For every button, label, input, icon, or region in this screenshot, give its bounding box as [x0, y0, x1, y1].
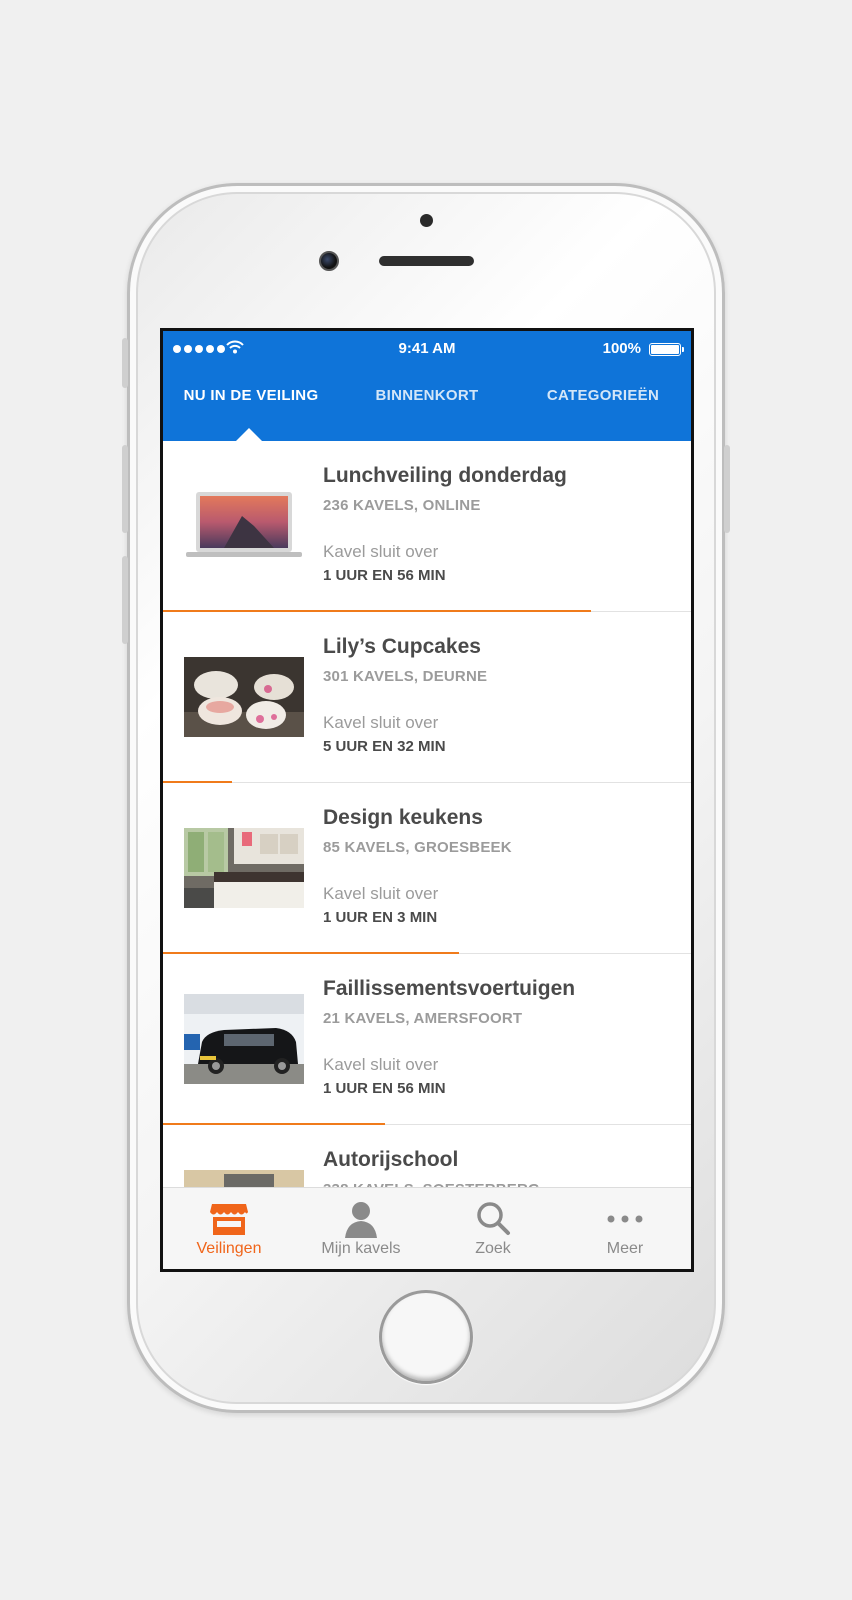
tab-veilingen[interactable]: Veilingen	[163, 1188, 295, 1269]
auction-title: Autorijschool	[323, 1148, 459, 1171]
volume-up-button	[122, 445, 128, 533]
tab-nu-in-de-veiling[interactable]: NU IN DE VEILING	[163, 381, 339, 421]
auction-title: Lunchveiling donderdag	[323, 464, 567, 487]
market-stall-icon	[210, 1204, 248, 1235]
power-button	[724, 445, 730, 533]
tab-label: Meer	[606, 1240, 644, 1257]
tab-categorieen[interactable]: CATEGORIEËN	[515, 381, 691, 421]
auction-meta: 21 KAVELS, AMERSFOORT	[323, 1010, 523, 1027]
earpiece-speaker	[379, 256, 474, 266]
mute-switch	[122, 338, 128, 388]
car-image	[184, 994, 304, 1084]
closes-label: Kavel sluit over	[323, 884, 439, 903]
auction-meta: 301 KAVELS, DEURNE	[323, 668, 488, 685]
app-screen: 9:41 AM 100% NU IN DE VEILING BINNENKORT…	[160, 328, 694, 1272]
auction-title: Design keukens	[323, 806, 483, 829]
auction-item[interactable]: Lunchveiling donderdag 236 KAVELS, ONLIN…	[163, 441, 691, 612]
time-remaining: 5 UUR EN 32 MIN	[323, 738, 446, 755]
tab-label: Zoek	[475, 1240, 511, 1257]
kitchen-image	[184, 828, 304, 908]
more-icon	[607, 1215, 643, 1223]
auction-meta: 85 KAVELS, GROESBEEK	[323, 839, 512, 856]
auction-item[interactable]: Lily’s Cupcakes 301 KAVELS, DEURNE Kavel…	[163, 612, 691, 783]
app-header: 9:41 AM 100% NU IN DE VEILING BINNENKORT…	[163, 331, 691, 441]
laptop-image	[184, 486, 304, 566]
battery-icon	[649, 343, 684, 356]
person-icon	[345, 1202, 377, 1238]
tab-mijn-kavels[interactable]: Mijn kavels	[295, 1188, 427, 1269]
battery-percentage: 100%	[602, 340, 641, 357]
auction-item[interactable]: Design keukens 85 KAVELS, GROESBEEK Kave…	[163, 783, 691, 954]
tab-zoek[interactable]: Zoek	[427, 1188, 559, 1269]
auction-item[interactable]: Faillissementsvoertuigen 21 KAVELS, AMER…	[163, 954, 691, 1125]
closes-label: Kavel sluit over	[323, 542, 439, 561]
auction-title: Lily’s Cupcakes	[323, 635, 481, 658]
bowls-image	[184, 657, 304, 737]
proximity-sensor	[420, 214, 433, 227]
status-bar: 9:41 AM 100%	[163, 331, 691, 367]
front-camera	[319, 251, 339, 271]
search-icon	[477, 1202, 510, 1235]
time-remaining: 1 UUR EN 3 MIN	[323, 909, 438, 926]
time-remaining: 1 UUR EN 56 MIN	[323, 1080, 446, 1097]
closes-label: Kavel sluit over	[323, 713, 439, 732]
auction-list[interactable]: Lunchveiling donderdag 236 KAVELS, ONLIN…	[163, 441, 691, 1191]
tab-label: Veilingen	[196, 1240, 262, 1257]
time-remaining: 1 UUR EN 56 MIN	[323, 567, 446, 584]
tab-binnenkort[interactable]: BINNENKORT	[339, 381, 515, 421]
auction-item[interactable]: Autorijschool 338 KAVELS, SOESTERBERG	[163, 1125, 691, 1191]
active-tab-indicator	[236, 428, 262, 441]
tab-label: Mijn kavels	[321, 1240, 401, 1257]
auction-meta: 236 KAVELS, ONLINE	[323, 497, 481, 514]
closes-label: Kavel sluit over	[323, 1055, 439, 1074]
top-tab-bar: NU IN DE VEILING BINNENKORT CATEGORIEËN	[163, 381, 691, 421]
auction-title: Faillissementsvoertuigen	[323, 977, 576, 1000]
home-button[interactable]	[379, 1290, 473, 1384]
tab-meer[interactable]: Meer	[559, 1188, 691, 1269]
bottom-tab-bar: Veilingen Mijn kavels Zoek Meer	[163, 1187, 691, 1269]
volume-down-button	[122, 556, 128, 644]
